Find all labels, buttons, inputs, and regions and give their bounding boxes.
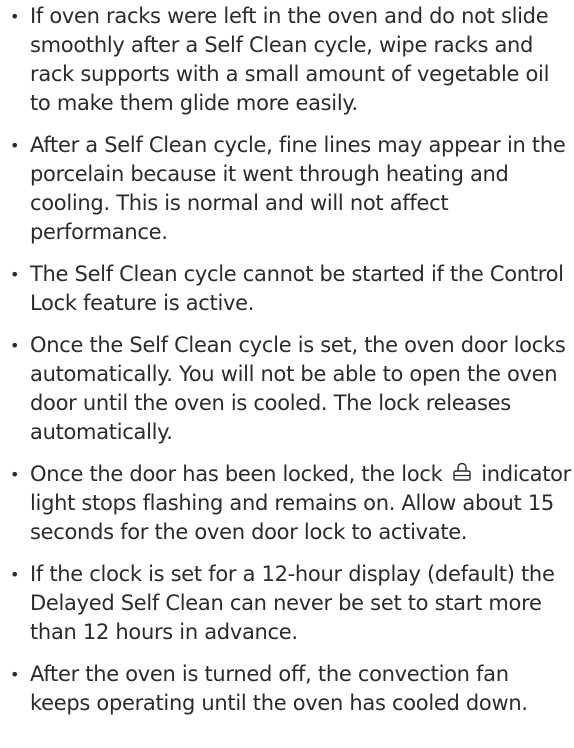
lock-icon — [451, 461, 473, 483]
manual-page: If oven racks were left in the oven and … — [0, 0, 574, 748]
bullet-item: If the clock is set for a 12-hour displa… — [10, 560, 574, 647]
bullet-list: If oven racks were left in the oven and … — [10, 2, 574, 718]
bullet-item: If oven racks were left in the oven and … — [10, 2, 574, 118]
bullet-item: After the oven is turned off, the convec… — [10, 660, 574, 718]
bullet-item: Once the door has been locked, the lock … — [10, 460, 574, 547]
bullet-item: Once the Self Clean cycle is set, the ov… — [10, 331, 574, 447]
bullet-text-before-icon: Once the door has been locked, the lock — [30, 462, 443, 486]
bullet-item: After a Self Clean cycle, fine lines may… — [10, 131, 574, 247]
bullet-item: The Self Clean cycle cannot be started i… — [10, 260, 574, 318]
